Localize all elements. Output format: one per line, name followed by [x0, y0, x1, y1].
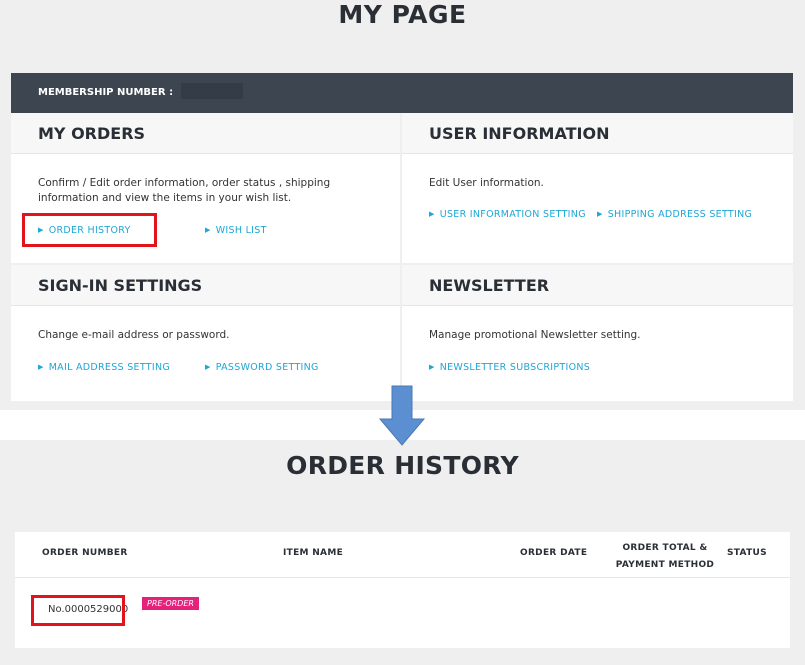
- triangle-right-icon: ▶: [597, 210, 603, 218]
- shipping-address-setting-link[interactable]: ▶ SHIPPING ADDRESS SETTING: [597, 209, 752, 220]
- password-setting-link[interactable]: ▶ PASSWORD SETTING: [205, 362, 319, 373]
- column-item-name: ITEM NAME: [283, 548, 344, 558]
- column-order-date: ORDER DATE: [520, 548, 588, 558]
- panel-title-newsletter: NEWSLETTER: [402, 265, 793, 306]
- highlight-order-history: [22, 213, 157, 247]
- column-order-number: ORDER NUMBER: [42, 548, 128, 558]
- triangle-right-icon: ▶: [205, 226, 211, 234]
- highlight-order-number: [31, 595, 125, 626]
- triangle-right-icon: ▶: [429, 210, 435, 218]
- page-title: MY PAGE: [338, 0, 467, 29]
- column-order-total: ORDER TOTAL & PAYMENT METHOD: [615, 543, 715, 570]
- panel-user-information: USER INFORMATION Edit User information. …: [402, 113, 793, 263]
- order-history-table: ORDER NUMBER ITEM NAME ORDER DATE ORDER …: [15, 532, 790, 648]
- user-information-setting-link[interactable]: ▶ USER INFORMATION SETTING: [429, 209, 586, 220]
- panel-description-newsletter: Manage promotional Newsletter setting.: [429, 329, 641, 341]
- newsletter-subscriptions-link[interactable]: ▶ NEWSLETTER SUBSCRIPTIONS: [429, 362, 590, 373]
- panel-description-my-orders: Confirm / Edit order information, order …: [38, 177, 331, 204]
- membership-number-value: [180, 83, 243, 99]
- membership-bar: MEMBERSHIP NUMBER :: [11, 73, 793, 113]
- column-status: STATUS: [727, 548, 767, 558]
- wish-list-link[interactable]: ▶ WISH LIST: [205, 225, 267, 236]
- panel-sign-in-settings: SIGN-IN SETTINGS Change e-mail address o…: [11, 265, 400, 401]
- triangle-right-icon: ▶: [429, 363, 435, 371]
- mail-address-setting-link[interactable]: ▶ MAIL ADDRESS SETTING: [38, 362, 170, 373]
- table-header: ORDER NUMBER ITEM NAME ORDER DATE ORDER …: [15, 532, 790, 578]
- panel-title-my-orders: MY ORDERS: [11, 113, 400, 154]
- pre-order-badge: PRE-ORDER: [142, 597, 199, 610]
- arrow-down-icon: [378, 385, 426, 446]
- panel-title-user-information: USER INFORMATION: [402, 113, 793, 154]
- panel-description-user-information: Edit User information.: [429, 177, 544, 189]
- membership-label: MEMBERSHIP NUMBER :: [38, 87, 174, 98]
- panel-newsletter: NEWSLETTER Manage promotional Newsletter…: [402, 265, 793, 401]
- order-history-title: ORDER HISTORY: [286, 451, 519, 480]
- panel-description-sign-in-settings: Change e-mail address or password.: [38, 329, 230, 341]
- panel-title-sign-in-settings: SIGN-IN SETTINGS: [11, 265, 400, 306]
- triangle-right-icon: ▶: [38, 363, 44, 371]
- triangle-right-icon: ▶: [205, 363, 211, 371]
